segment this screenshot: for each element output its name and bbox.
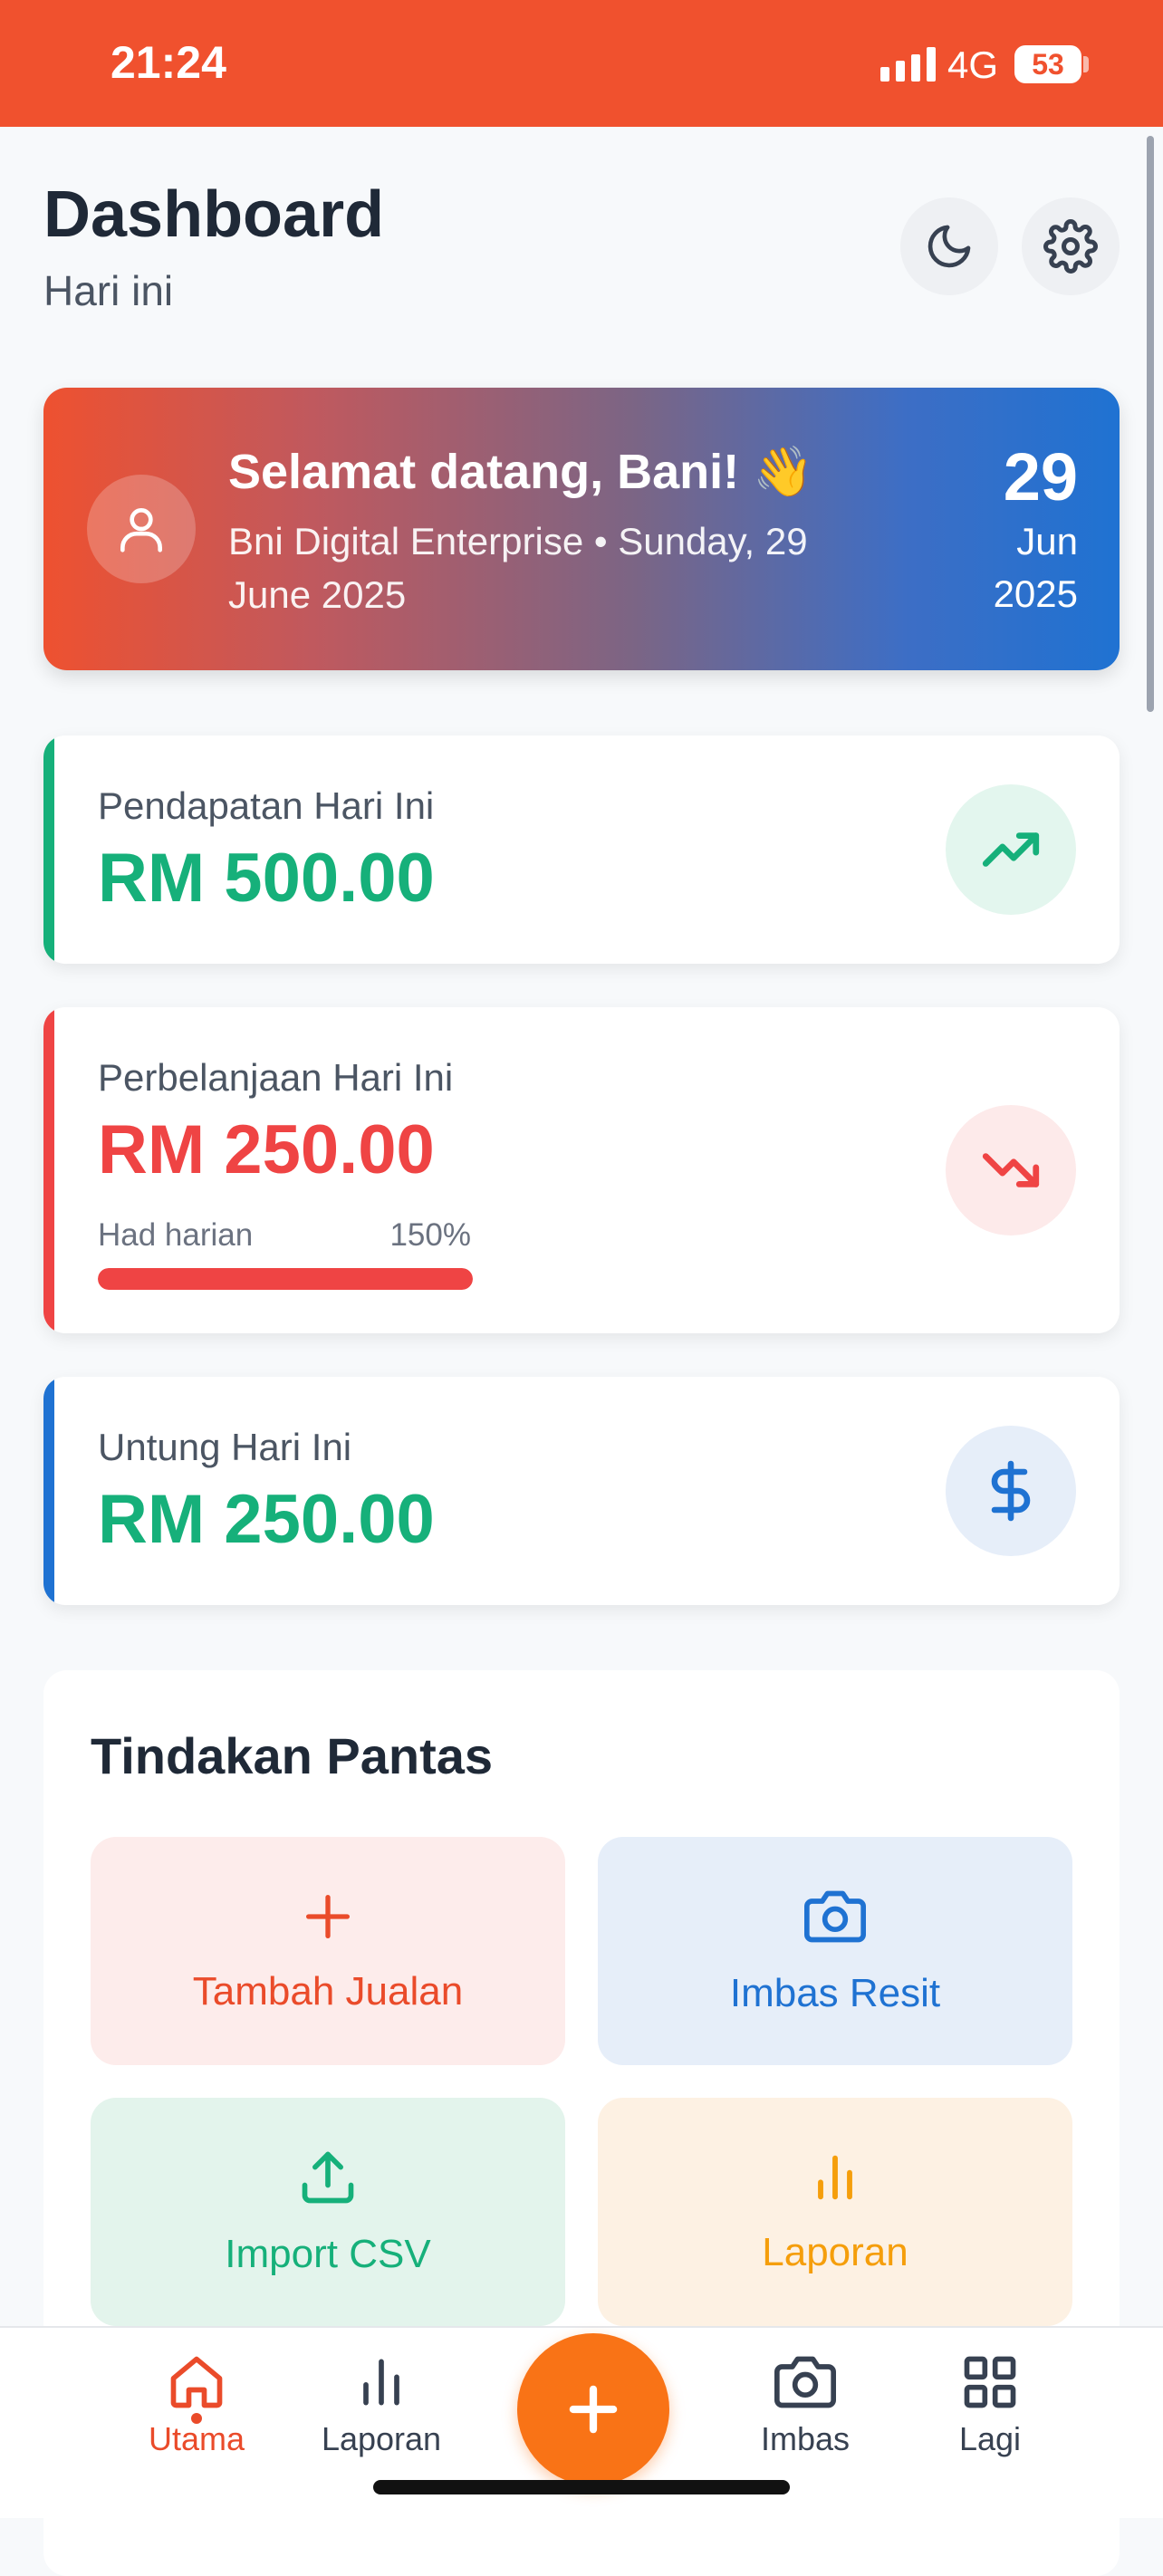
home-indicator [373,2480,790,2494]
welcome-greeting: Selamat datang, Bani! 👋 [228,445,814,499]
quick-actions-title: Tindakan Pantas [91,1727,494,1784]
expense-icon-badge [946,1105,1076,1235]
profit-label: Untung Hari Ini [98,1426,352,1468]
report-label: Laporan [762,2230,908,2274]
page-title: Dashboard [43,178,385,251]
camera-icon [804,1890,866,1943]
camera-icon [774,2356,836,2408]
profit-value: RM 250.00 [98,1481,435,1558]
report-button[interactable]: Laporan [598,2098,1072,2326]
battery-tip [1083,56,1089,72]
profit-accent-stripe [43,1377,54,1605]
scrollbar[interactable] [1147,136,1154,712]
income-value: RM 500.00 [98,840,435,917]
theme-toggle-button[interactable] [900,197,998,295]
scan-receipt-button[interactable]: Imbas Resit [598,1837,1072,2065]
expense-value: RM 250.00 [98,1111,435,1188]
daily-limit-progress-fill [98,1268,473,1290]
expense-accent-stripe [43,1007,54,1333]
date-month: Jun [1016,520,1078,562]
settings-button[interactable] [1022,197,1120,295]
battery-icon: 53 [1014,45,1081,83]
nav-label-utama: Utama [148,2420,245,2457]
trending-down-icon [982,1153,1040,1187]
avatar [87,475,196,583]
grid-icon [964,2356,1016,2408]
scan-receipt-label: Imbas Resit [729,1971,941,2015]
add-sale-label: Tambah Jualan [192,1969,464,2014]
add-sale-button[interactable]: Tambah Jualan [91,1837,565,2065]
page-subtitle: Hari ini [43,267,174,314]
daily-limit-label: Had harian [98,1217,254,1253]
nav-item-laporan[interactable]: Laporan [291,2351,472,2458]
nav-item-lagi[interactable]: Lagi [899,2351,1081,2458]
nav-item-utama[interactable]: Utama [106,2351,287,2458]
nav-label-lagi: Lagi [958,2420,1022,2457]
add-fab-button[interactable] [517,2333,669,2485]
nav-label-laporan: Laporan [321,2420,442,2457]
status-time: 21:24 [111,37,226,88]
plus-icon [569,2385,618,2434]
welcome-business-date: Bni Digital Enterprise • Sunday, 29 June… [228,520,808,616]
trending-up-icon [982,832,1040,867]
date-day: 29 [1003,439,1078,514]
income-accent-stripe [43,735,54,964]
gear-icon [1043,219,1098,274]
active-indicator [191,2413,202,2424]
daily-limit-progress [98,1268,473,1290]
network-type: 4G [947,43,999,86]
home-icon [170,2356,223,2408]
dollar-icon [991,1460,1031,1522]
bar-chart-icon [363,2359,399,2406]
nav-label-imbas: Imbas [760,2420,851,2457]
nav-item-imbas[interactable]: Imbas [715,2351,896,2458]
user-icon [120,508,162,553]
income-icon-badge [946,784,1076,915]
plus-icon [306,1895,350,1938]
import-csv-label: Import CSV [225,2232,431,2276]
date-year: 2025 [993,572,1078,615]
import-csv-button[interactable]: Import CSV [91,2098,565,2326]
signal-icon [880,47,936,82]
profit-icon-badge [946,1426,1076,1556]
bar-chart-icon [818,2155,852,2200]
upload-icon [302,2151,354,2204]
expense-label: Perbelanjaan Hari Ini [98,1056,454,1099]
daily-limit-percent: 150% [389,1217,471,1253]
income-label: Pendapatan Hari Ini [98,784,435,827]
moon-icon [928,225,971,268]
